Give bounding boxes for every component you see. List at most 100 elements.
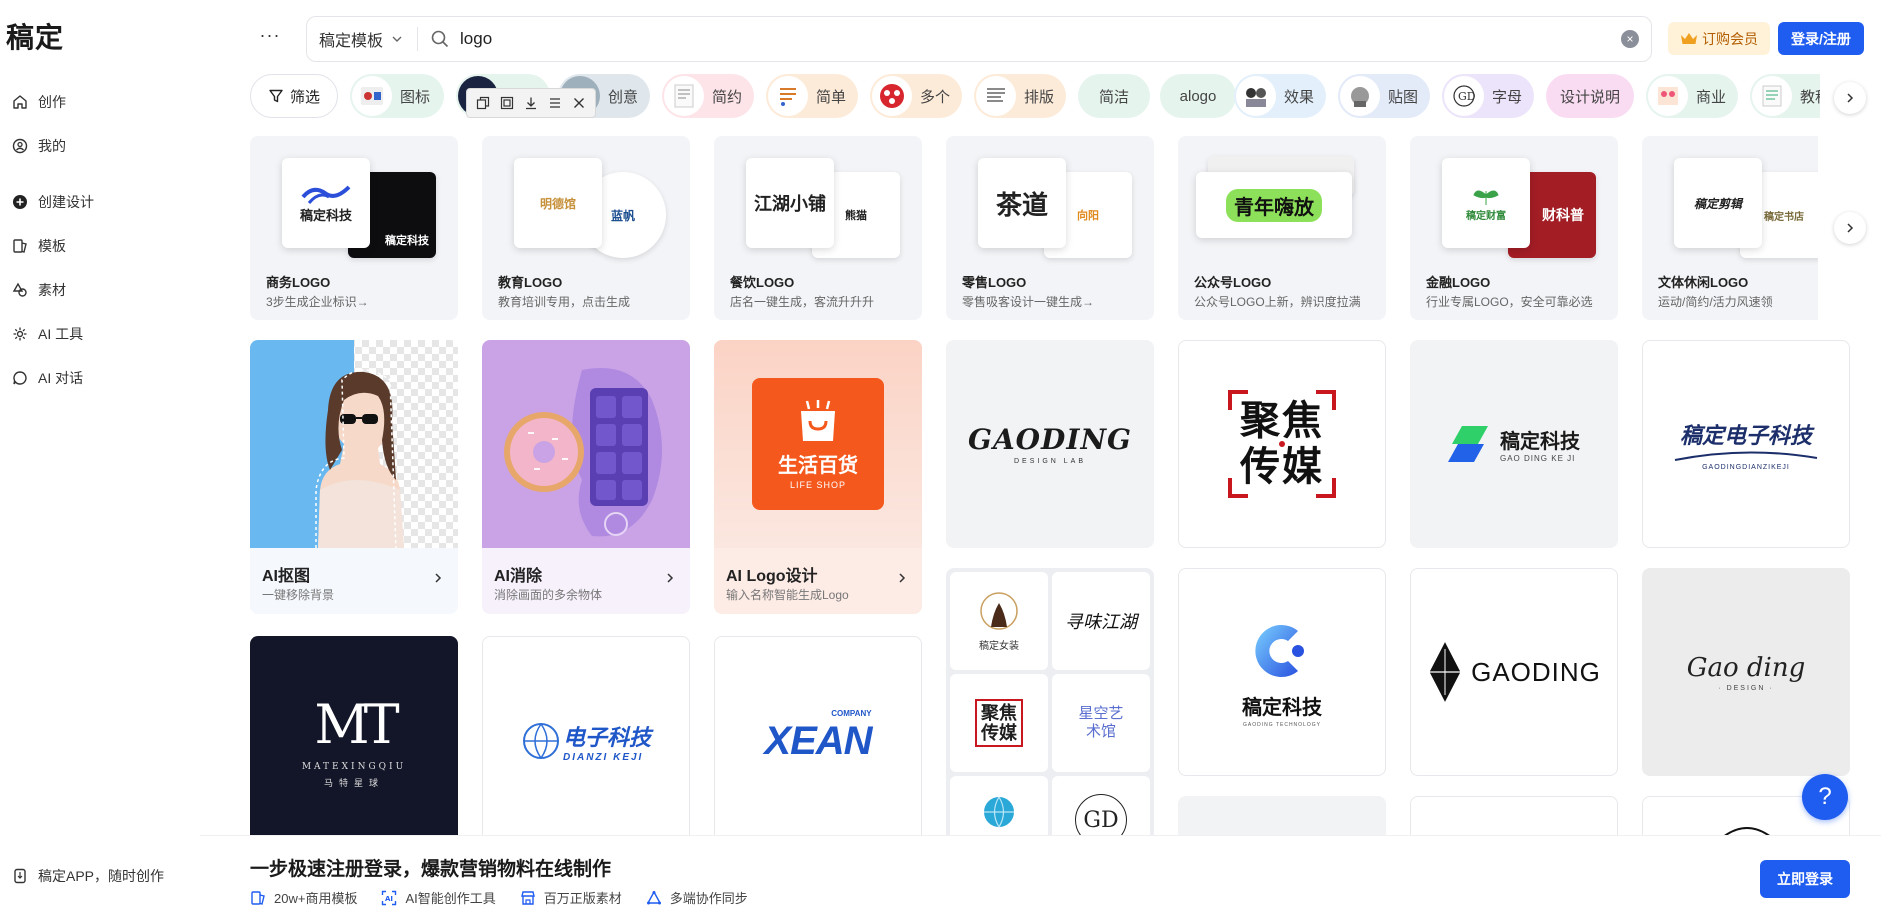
template-card-dianzi[interactable]: 稿定电子科技 GAODINGDIANZIKEJI — [1642, 340, 1850, 548]
tag-chip[interactable]: 排版 — [974, 74, 1066, 118]
tag-label: alogo — [1179, 87, 1217, 105]
ai-tool-subtitle: 输入名称智能生成Logo — [726, 588, 849, 602]
more-menu-button[interactable]: ··· — [256, 26, 284, 48]
logo-thumbnail: 青年嗨放 — [1196, 172, 1352, 238]
search-scope-dropdown[interactable]: 稿定模板 — [307, 27, 419, 51]
template-grid: AI抠图 一键移除背景 AI消除 消除画面的多余物体 生活百货 LIFE SHO… — [250, 340, 1850, 835]
search-input[interactable] — [460, 29, 1561, 49]
help-button[interactable]: ? — [1802, 774, 1848, 820]
logo-thumbnail: 稿定剪辑 — [1674, 158, 1762, 248]
logo-thumbnail: 江湖小铺 — [746, 158, 834, 248]
template-card-dzkj[interactable]: 电子科技 DIANZI KEJI — [482, 636, 690, 835]
template-card-xean[interactable]: COMPANY XEAN — [714, 636, 922, 835]
subscribe-vip-button[interactable]: 订购会员 — [1668, 22, 1770, 55]
chat-icon — [12, 370, 28, 386]
ai-tool-title: AI抠图 — [262, 568, 311, 585]
sidebar: 稿定 创作 我的 创建设计 模板 素材 AI 工具 AI 对话 稿定APP，随时… — [0, 0, 200, 911]
tag-chip[interactable]: 简约 — [662, 74, 754, 118]
category-card-education[interactable]: 蓝帆 明德馆 教育LOGO 教育培训专用，点击生成 — [482, 136, 690, 320]
sidebar-item-templates[interactable]: 模板 — [0, 224, 200, 268]
download-icon[interactable] — [522, 94, 540, 112]
sidebar-item-materials[interactable]: 素材 — [0, 268, 200, 312]
ai-cutout-image — [250, 340, 458, 548]
filter-button[interactable]: 筛选 — [250, 74, 338, 118]
category-card-business[interactable]: 稿定科技 稿定科技 商务LOGO 3步生成企业标识→ — [250, 136, 458, 320]
logo-thumbnail: 茶道 — [978, 158, 1066, 248]
mini-template-xingkong[interactable]: 星空艺术馆 — [1052, 674, 1150, 772]
mini-template-gd[interactable]: GD — [1052, 776, 1150, 835]
app-download-link[interactable]: 稿定APP，随时创作 — [12, 866, 164, 886]
mini-template-xunwei[interactable]: 寻味江湖 — [1052, 572, 1150, 670]
home-icon — [12, 94, 28, 110]
close-icon[interactable] — [570, 94, 588, 112]
tag-chip[interactable]: 效果 — [1234, 74, 1326, 118]
tag-chip[interactable]: 设计说明 — [1546, 74, 1634, 118]
template-card-script[interactable]: Gao ding · DESIGN · — [1642, 568, 1850, 776]
ai-tool-title: AI消除 — [494, 568, 543, 585]
ai-logo-design-card[interactable]: 生活百货 LIFE SHOP AI Logo设计 输入名称智能生成Logo — [714, 340, 922, 614]
frame-corners-icon — [1228, 390, 1336, 498]
category-card-catering[interactable]: 熊猫 江湖小铺 餐饮LOGO 店名一键生成，客流升升升 — [714, 136, 922, 320]
category-card-finance[interactable]: 财科普 稿定财富 金融LOGO 行业专属LOGO，安全可靠必选 — [1410, 136, 1618, 320]
tag-chip[interactable]: 贴图 — [1338, 74, 1430, 118]
diamond-star-icon — [1428, 641, 1462, 703]
template-collection-card[interactable]: 稿定女装 寻味江湖 聚焦 传媒 星空艺术馆 GD — [946, 568, 1154, 835]
sparkle-icon — [12, 326, 28, 342]
login-register-button[interactable]: 登录/注册 — [1778, 22, 1864, 55]
categories-next-button[interactable] — [1834, 212, 1866, 244]
app-link-label: 稿定APP，随时创作 — [38, 868, 165, 884]
template-card-peek[interactable] — [1178, 796, 1386, 835]
tag-chip[interactable]: 多个 — [870, 74, 962, 118]
tag-chip[interactable]: alogo — [1160, 74, 1236, 118]
template-card-gaoding[interactable]: GAODING DESIGN LAB — [946, 340, 1154, 548]
logo-thumbnail: 明德馆 — [514, 158, 602, 248]
tag-chip[interactable]: 商业 — [1646, 74, 1738, 118]
category-title: 金融LOGO — [1426, 275, 1491, 290]
clear-search-button[interactable]: × — [1621, 30, 1639, 48]
ai-scan-icon: AI — [381, 890, 397, 906]
tag-chip[interactable]: 图标 — [350, 74, 444, 118]
tag-thumbnail — [976, 76, 1016, 116]
category-card-retail[interactable]: 向阳 茶道 零售LOGO 零售吸客设计一键生成→ — [946, 136, 1154, 320]
tag-label: 字母 — [1492, 88, 1523, 106]
template-card-gaoding-star[interactable]: GAODING — [1410, 568, 1618, 776]
sidebar-item-ai-chat[interactable]: AI 对话 — [0, 356, 200, 400]
ai-cutout-card[interactable]: AI抠图 一键移除背景 — [250, 340, 458, 614]
tag-thumbnail — [352, 76, 392, 116]
category-card-official-account[interactable]: 青年嗨放 公众号LOGO 公众号LOGO上新，辨识度拉满 — [1178, 136, 1386, 320]
template-card-jujiao[interactable]: 聚焦 传媒 — [1178, 340, 1386, 548]
sidebar-item-label: AI 工具 — [38, 326, 84, 342]
template-card-mt[interactable]: MT MATEXINGQIU 马特星球 — [250, 636, 458, 835]
tag-label: 排版 — [1024, 88, 1055, 106]
tag-thumbnail — [872, 76, 912, 116]
tag-chip[interactable]: GD 字母 — [1442, 74, 1534, 118]
feature-ai: AI AI智能创作工具 — [381, 888, 496, 907]
template-card-peek[interactable] — [1410, 796, 1618, 835]
brand-logo[interactable]: 稿定 — [6, 16, 64, 56]
sidebar-item-ai-tools[interactable]: AI 工具 — [0, 312, 200, 356]
tag-label: 商业 — [1696, 88, 1727, 106]
copy-icon[interactable] — [474, 94, 492, 112]
ai-erase-card[interactable]: AI消除 消除画面的多余物体 — [482, 340, 690, 614]
expand-icon[interactable] — [498, 94, 516, 112]
sidebar-item-create-design[interactable]: 创建设计 — [0, 180, 200, 224]
tag-chip[interactable]: 简洁 — [1078, 74, 1150, 118]
tag-thumbnail — [1752, 76, 1792, 116]
sidebar-item-create[interactable]: 创作 — [0, 80, 200, 124]
mini-template-nvzhuang[interactable]: 稿定女装 — [950, 572, 1048, 670]
tags-next-button[interactable] — [1834, 82, 1866, 114]
tag-chip[interactable]: 教程 — [1750, 74, 1820, 118]
template-card-c-logo[interactable]: 稿定科技 GAODING TECHNOLOGY — [1178, 568, 1386, 776]
login-now-button[interactable]: 立即登录 — [1760, 860, 1850, 898]
category-card-leisure[interactable]: 稿定书店 稿定剪辑 文体休闲LOGO 运动/简约/活力风速领 — [1642, 136, 1818, 320]
mini-template-jujiao[interactable]: 聚焦 传媒 — [950, 674, 1048, 772]
category-subtitle: 店名一键生成，客流升升升 — [730, 295, 875, 309]
template-card-gdkj[interactable]: 稿定科技 GAO DING KE JI — [1410, 340, 1618, 548]
jujiao-logo: 聚焦 传媒 — [1228, 390, 1336, 498]
tag-label: 简约 — [712, 88, 743, 106]
category-title: 零售LOGO — [962, 275, 1027, 290]
sidebar-item-mine[interactable]: 我的 — [0, 124, 200, 168]
menu-icon[interactable] — [546, 94, 564, 112]
tag-chip[interactable]: 简单 — [766, 74, 858, 118]
mini-template-globe[interactable] — [950, 776, 1048, 835]
